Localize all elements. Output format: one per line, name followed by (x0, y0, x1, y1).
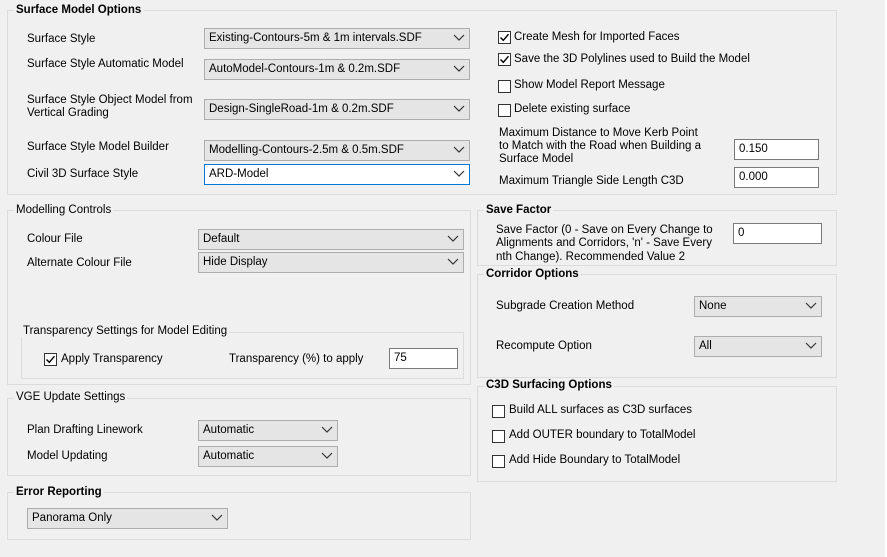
modelling-controls-title: Modelling Controls (14, 204, 114, 216)
max-distance-input[interactable]: 0.150 (734, 139, 819, 160)
subgrade-select[interactable]: None (694, 296, 822, 317)
max-distance-label-line2: to Match with the Road when Building a (499, 140, 702, 152)
transparency-percent-input[interactable]: 75 (389, 348, 458, 369)
max-triangle-label: Maximum Triangle Side Length C3D (499, 175, 684, 187)
checkmark-icon (46, 355, 56, 364)
plan-drafting-label: Plan Drafting Linework (27, 424, 143, 436)
object-model-label-line1: Surface Style Object Model from (27, 94, 193, 106)
surface-model-options-title: Surface Model Options (14, 4, 144, 16)
alt-colour-file-select[interactable]: Hide Display (198, 252, 464, 273)
show-report-checkbox[interactable] (498, 80, 511, 93)
chevron-down-icon (453, 105, 465, 112)
plan-drafting-select[interactable]: Automatic (198, 420, 338, 441)
add-hide-boundary-label: Add Hide Boundary to TotalModel (509, 454, 681, 466)
add-outer-boundary-checkbox[interactable] (492, 430, 505, 443)
checkmark-icon (500, 55, 510, 64)
surface-style-select[interactable]: Existing-Contours-5m & 1m intervals.SDF (204, 28, 470, 49)
colour-file-value: Default (203, 233, 240, 245)
transparency-percent-label: Transparency (%) to apply (229, 353, 364, 365)
auto-model-select[interactable]: AutoModel-Contours-1m & 0.2m.SDF (204, 59, 470, 80)
chevron-down-icon (805, 302, 817, 309)
civil3d-style-label: Civil 3D Surface Style (27, 168, 139, 180)
chevron-down-icon (447, 258, 459, 265)
corridor-options-title: Corridor Options (484, 268, 581, 280)
object-model-value: Design-SingleRoad-1m & 0.2m.SDF (209, 103, 394, 115)
apply-transparency-label: Apply Transparency (61, 353, 163, 365)
auto-model-label: Surface Style Automatic Model (27, 58, 184, 70)
object-model-select[interactable]: Design-SingleRoad-1m & 0.2m.SDF (204, 99, 470, 120)
chevron-down-icon (453, 34, 465, 41)
save-factor-label-line2: Alignments and Corridors, 'n' - Save Eve… (496, 237, 712, 249)
max-distance-label-line1: Maximum Distance to Move Kerb Point (499, 127, 698, 139)
recompute-label: Recompute Option (496, 340, 592, 352)
build-all-c3d-label: Build ALL surfaces as C3D surfaces (509, 404, 693, 416)
model-updating-select[interactable]: Automatic (198, 446, 338, 467)
save-factor-label-line1: Save Factor (0 - Save on Every Change to (496, 224, 713, 236)
c3d-surfacing-title: C3D Surfacing Options (484, 379, 614, 391)
error-reporting-value: Panorama Only (32, 512, 112, 524)
create-mesh-checkbox[interactable] (498, 31, 511, 44)
subgrade-label: Subgrade Creation Method (496, 300, 635, 312)
subgrade-value: None (699, 300, 727, 312)
add-outer-boundary-label: Add OUTER boundary to TotalModel (509, 429, 696, 441)
alt-colour-file-value: Hide Display (203, 256, 268, 268)
chevron-down-icon (211, 514, 223, 521)
colour-file-label: Colour File (27, 233, 83, 245)
max-triangle-input[interactable]: 0.000 (734, 167, 819, 188)
max-distance-label-line3: Surface Model (499, 153, 574, 165)
delete-surface-label: Delete existing surface (514, 103, 631, 115)
chevron-down-icon (321, 426, 333, 433)
save-factor-input[interactable]: 0 (733, 223, 822, 244)
chevron-down-icon (453, 146, 465, 153)
model-builder-select[interactable]: Modelling-Contours-2.5m & 0.5m.SDF (204, 140, 470, 161)
add-hide-boundary-checkbox[interactable] (492, 455, 505, 468)
save-polylines-checkbox[interactable] (498, 53, 511, 66)
checkmark-icon (500, 33, 510, 42)
save-factor-title: Save Factor (484, 204, 554, 216)
show-report-label: Show Model Report Message (514, 79, 665, 91)
error-reporting-title: Error Reporting (14, 486, 104, 498)
civil3d-style-select[interactable]: ARD-Model (204, 164, 470, 185)
corridor-options-group (477, 274, 837, 378)
plan-drafting-value: Automatic (203, 424, 255, 436)
create-mesh-label: Create Mesh for Imported Faces (514, 31, 680, 43)
recompute-select[interactable]: All (694, 336, 822, 357)
chevron-down-icon (321, 452, 333, 459)
save-polylines-label: Save the 3D Polylines used to Build the … (514, 53, 750, 65)
civil3d-style-value: ARD-Model (209, 168, 269, 180)
chevron-down-icon (453, 170, 465, 177)
model-builder-value: Modelling-Contours-2.5m & 0.5m.SDF (209, 144, 404, 156)
model-updating-value: Automatic (203, 450, 255, 462)
surface-style-label: Surface Style (27, 33, 96, 45)
chevron-down-icon (447, 235, 459, 242)
recompute-value: All (699, 340, 712, 352)
vge-update-title: VGE Update Settings (14, 391, 128, 403)
auto-model-value: AutoModel-Contours-1m & 0.2m.SDF (209, 63, 401, 75)
chevron-down-icon (805, 342, 817, 349)
model-updating-label: Model Updating (27, 450, 108, 462)
apply-transparency-checkbox[interactable] (44, 353, 57, 366)
object-model-label-line2: Vertical Grading (27, 107, 109, 119)
model-builder-label: Surface Style Model Builder (27, 141, 169, 153)
transparency-title: Transparency Settings for Model Editing (21, 325, 230, 337)
chevron-down-icon (453, 65, 465, 72)
save-factor-label-line3: nth Change). Recommended Value 2 (496, 251, 686, 263)
colour-file-select[interactable]: Default (198, 229, 464, 250)
delete-surface-checkbox[interactable] (498, 104, 511, 117)
error-reporting-select[interactable]: Panorama Only (27, 508, 228, 529)
alt-colour-file-label: Alternate Colour File (27, 257, 132, 269)
surface-style-value: Existing-Contours-5m & 1m intervals.SDF (209, 32, 422, 44)
build-all-c3d-checkbox[interactable] (492, 405, 505, 418)
